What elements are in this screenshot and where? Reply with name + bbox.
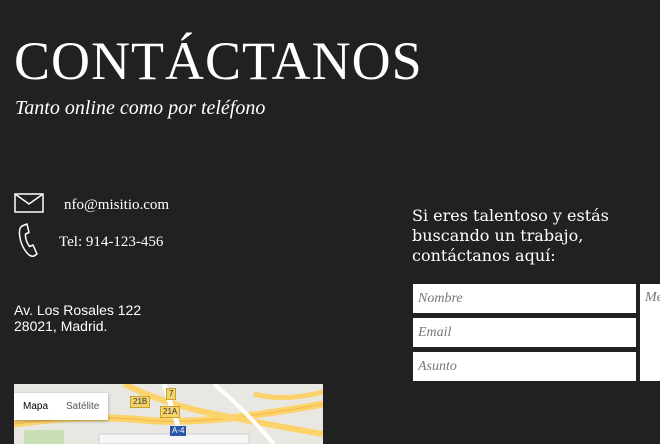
address-line-2: 28021, Madrid. bbox=[14, 318, 108, 334]
name-field[interactable] bbox=[413, 284, 636, 313]
page-subtitle: Tanto online como por teléfono bbox=[15, 97, 266, 119]
map-type-control: Mapa Satélite bbox=[14, 393, 109, 420]
email-contact: nfo@misitio.com bbox=[14, 193, 169, 217]
phone-icon bbox=[18, 222, 40, 262]
road-label: 21A bbox=[160, 406, 181, 418]
page-title: CONTÁCTANOS bbox=[14, 31, 423, 91]
highway-label: A-4 bbox=[170, 426, 187, 436]
email-field[interactable] bbox=[413, 318, 636, 347]
phone-contact: Tel: 914-123-456 bbox=[18, 222, 163, 262]
envelope-icon bbox=[14, 193, 44, 217]
postal-address: Av. Los Rosales 122 28021, Madrid. bbox=[14, 302, 141, 334]
subject-field[interactable] bbox=[413, 352, 636, 381]
job-invitation-text: Si eres talentoso y estás buscando un tr… bbox=[412, 206, 609, 265]
message-field[interactable] bbox=[640, 284, 660, 381]
road-label: 7 bbox=[166, 388, 177, 400]
map-type-satellite[interactable]: Satélite bbox=[57, 393, 108, 420]
location-map[interactable]: Mapa Satélite 21B 7 21A A-4 bbox=[14, 384, 323, 444]
address-line-1: Av. Los Rosales 122 bbox=[14, 302, 142, 318]
email-address[interactable]: nfo@misitio.com bbox=[64, 197, 169, 214]
road-label: 21B bbox=[130, 396, 151, 408]
phone-number[interactable]: Tel: 914-123-456 bbox=[59, 234, 163, 251]
map-type-map[interactable]: Mapa bbox=[14, 393, 57, 420]
